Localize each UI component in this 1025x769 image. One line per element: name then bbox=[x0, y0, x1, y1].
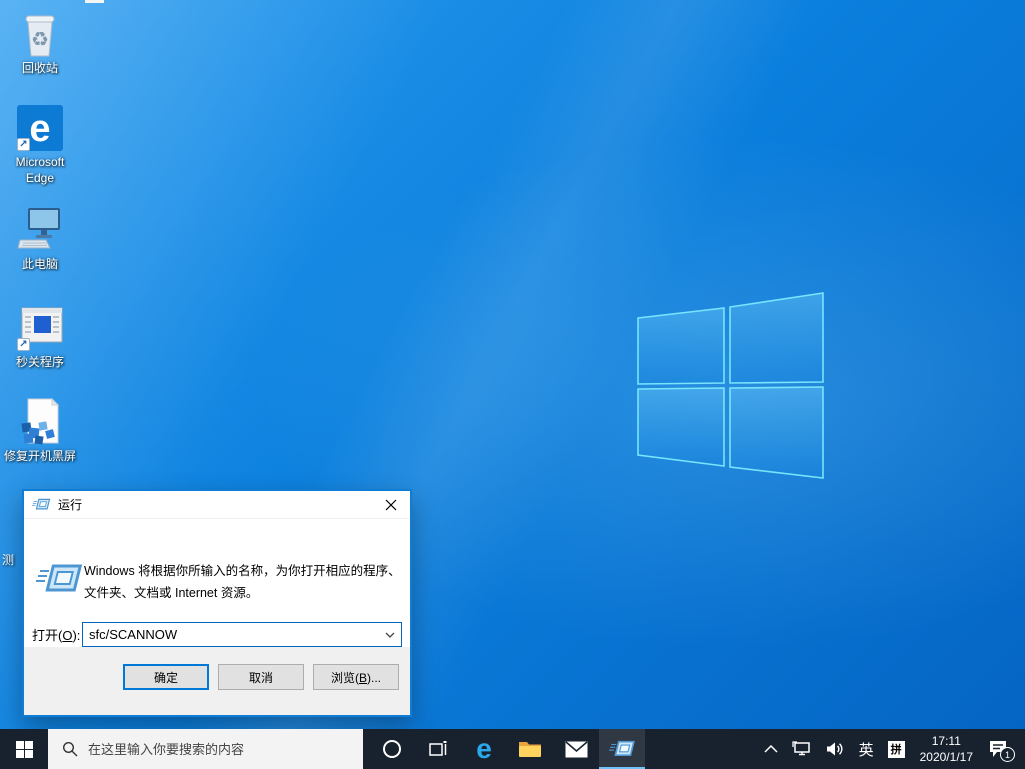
dialog-message-line2: 文件夹、文档或 Internet 资源。 bbox=[84, 585, 259, 600]
screen-edge-artifact bbox=[85, 0, 104, 3]
taskbar: e bbox=[0, 729, 1025, 769]
shortcut-arrow-icon: ↗ bbox=[17, 138, 30, 151]
run-icon bbox=[32, 498, 51, 510]
task-view-icon bbox=[429, 741, 447, 756]
run-dialog-footer: 确定 取消 浏览(B)... bbox=[24, 647, 410, 715]
desktop-icon-shutdown-app[interactable]: ↗ 秒关程序 bbox=[0, 304, 80, 371]
desktop-icon-recycle-bin[interactable]: ♻ 回收站 bbox=[0, 10, 80, 77]
desktop-icon-label: 秒关程序 bbox=[15, 355, 64, 369]
run-dialog-titlebar[interactable]: 运行 bbox=[24, 491, 410, 519]
mail-button[interactable] bbox=[553, 729, 599, 769]
dialog-message-line1: Windows 将根据你所输入的名称，为你打开相应的程序、 bbox=[84, 564, 401, 578]
run-dialog-window: 运行 Windows 将根据你所输入的名称，为你打开相应的程序、 文件夹、文档或… bbox=[22, 489, 412, 717]
run-dialog-body: Windows 将根据你所输入的名称，为你打开相应的程序、 文件夹、文档或 In… bbox=[24, 519, 410, 647]
start-button[interactable] bbox=[0, 729, 48, 769]
desktop-icon-this-pc[interactable]: 此电脑 bbox=[0, 206, 80, 273]
registry-file-icon bbox=[21, 397, 60, 445]
screen: ♻ 回收站 e ↗ Microsoft Edge 此电脑 ↗ 秒关程序 修复开机… bbox=[0, 0, 1025, 769]
chevron-down-icon bbox=[385, 632, 395, 638]
this-pc-icon bbox=[17, 208, 60, 249]
taskbar-edge-button[interactable]: e bbox=[461, 729, 507, 769]
ok-button[interactable]: 确定 bbox=[123, 664, 209, 690]
edge-icon: e bbox=[476, 733, 492, 764]
recycle-bin-icon: ♻ bbox=[25, 15, 55, 57]
run-command-input[interactable] bbox=[83, 627, 379, 642]
taskbar-clock[interactable]: 17:11 2020/1/17 bbox=[912, 733, 981, 765]
ime-language-button[interactable]: 拼 bbox=[881, 729, 912, 769]
run-app-taskbar-button[interactable] bbox=[599, 729, 645, 769]
cancel-button[interactable]: 取消 bbox=[218, 664, 304, 690]
clock-time: 17:11 bbox=[931, 733, 961, 748]
windows-start-icon bbox=[15, 740, 33, 758]
file-explorer-icon bbox=[519, 742, 541, 757]
dialog-message: Windows 将根据你所输入的名称，为你打开相应的程序、 文件夹、文档或 In… bbox=[84, 561, 401, 605]
search-input[interactable] bbox=[88, 741, 338, 757]
open-field-label: 打开(O): bbox=[32, 628, 81, 643]
volume-button[interactable] bbox=[819, 729, 852, 769]
system-tray: 英 拼 17:11 2020/1/17 1 bbox=[757, 729, 1025, 769]
network-status-button[interactable] bbox=[785, 729, 819, 769]
desktop-icon-edge[interactable]: e ↗ Microsoft Edge bbox=[0, 104, 80, 186]
ime-mode-button[interactable]: 英 bbox=[852, 729, 881, 769]
dialog-title: 运行 bbox=[58, 498, 83, 512]
desktop-icon-label: Microsoft Edge bbox=[15, 155, 65, 185]
mail-icon bbox=[564, 740, 588, 757]
svg-text:e: e bbox=[29, 108, 50, 150]
action-center-button[interactable]: 1 bbox=[981, 729, 1019, 769]
desktop-icon-fix-black-screen[interactable]: 修复开机黑屏 bbox=[0, 397, 80, 465]
volume-icon bbox=[826, 742, 843, 756]
network-icon bbox=[791, 740, 810, 755]
partial-desktop-icon-label[interactable]: 测 bbox=[2, 551, 14, 568]
ime-mode-label: 英 bbox=[858, 741, 874, 759]
run-icon-large bbox=[36, 564, 82, 592]
windows-logo bbox=[637, 292, 824, 479]
desktop-icon-label: 此电脑 bbox=[21, 257, 58, 271]
close-icon bbox=[385, 499, 397, 510]
ime-pinyin-badge: 拼 bbox=[887, 740, 905, 758]
tray-overflow-button[interactable] bbox=[757, 729, 785, 769]
cortana-button[interactable] bbox=[369, 729, 415, 769]
svg-text:♻: ♻ bbox=[31, 29, 49, 51]
close-button[interactable] bbox=[372, 491, 410, 519]
file-explorer-button[interactable] bbox=[507, 729, 553, 769]
browse-button[interactable]: 浏览(B)... bbox=[313, 664, 399, 690]
taskbar-search-box[interactable] bbox=[48, 729, 363, 769]
run-icon bbox=[608, 740, 635, 757]
notification-count-badge: 1 bbox=[1000, 747, 1015, 762]
chevron-up-icon bbox=[764, 745, 778, 753]
cortana-icon bbox=[383, 740, 401, 758]
open-combobox[interactable] bbox=[82, 622, 402, 647]
combobox-dropdown-button[interactable] bbox=[379, 623, 401, 646]
clock-date: 2020/1/17 bbox=[919, 750, 973, 764]
shortcut-arrow-icon: ↗ bbox=[17, 338, 30, 351]
task-view-button[interactable] bbox=[415, 729, 461, 769]
desktop-icon-label: 回收站 bbox=[21, 61, 58, 75]
search-icon bbox=[62, 741, 78, 757]
desktop-icon-label: 修复开机黑屏 bbox=[3, 449, 76, 463]
